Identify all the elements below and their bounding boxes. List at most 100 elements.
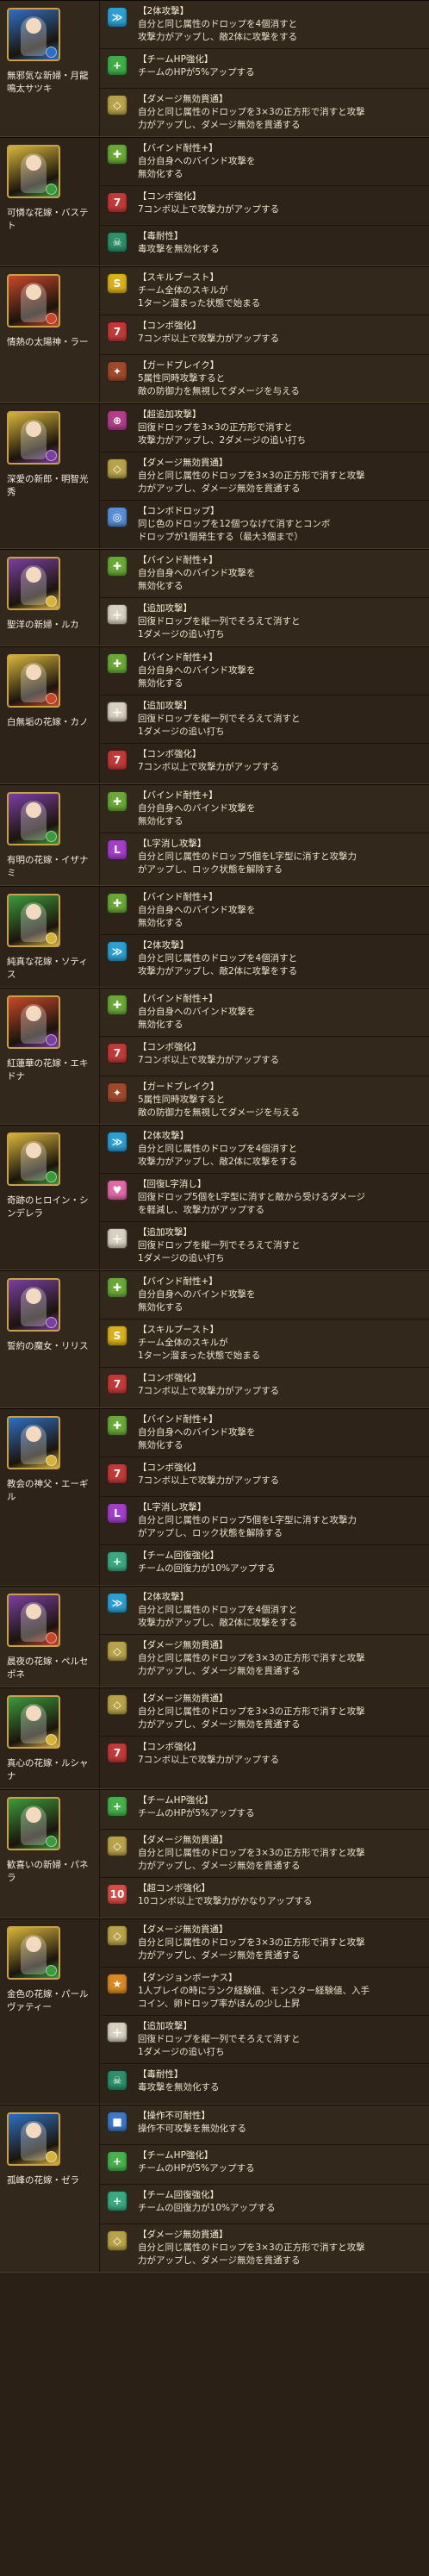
awakening-description: チーム全体のスキルが 1ターン溜まった状態で始まる: [138, 285, 261, 309]
bind-resist-icon: ✚: [107, 1415, 127, 1436]
card-portrait[interactable]: [7, 1416, 60, 1469]
awakening-title: 【スキルブースト】: [138, 272, 219, 283]
skill-boost-icon: S: [107, 273, 127, 294]
card-name[interactable]: 真心の花嫁・ルシャナ: [7, 1757, 94, 1783]
awakening-text: 【ダメージ無効貫通】 自分と同じ属性のドロップを3×3の正方形で消すと攻撃 力がア…: [138, 457, 424, 496]
card-info: 可憐な花嫁・バステト: [0, 138, 100, 265]
l-unlock-icon: L: [107, 839, 127, 860]
card-name[interactable]: 晨夜の花嫁・ペルセポネ: [7, 1656, 94, 1681]
awakening-text: 【2体攻撃】自分と同じ属性のドロップを4個消すと 攻撃力がアップし、敵2体に攻撃…: [138, 1591, 424, 1630]
card-portrait[interactable]: [7, 1594, 60, 1647]
card-row: 紅蓮華の花嫁・エキドナ ✚ 【バインド耐性+】 自分自身へのバインド攻撃を 無効化する…: [0, 988, 429, 1125]
awakening-text: 【コンボ強化】 7コンボ以上で攻撃力がアップする: [138, 1372, 424, 1398]
card-portrait[interactable]: [7, 2112, 60, 2166]
card-portrait[interactable]: [7, 8, 60, 61]
awakening-item: ✚ 【バインド耐性+】 自分自身へのバインド攻撃を 無効化する: [100, 550, 429, 598]
awakening-text: 【追加攻撃】 回復ドロップを縦一列でそろえて消すと 1ダメージの追い打ち: [138, 2020, 424, 2059]
awakening-description: 7コンボ以上で攻撃力がアップする: [138, 762, 280, 772]
awakening-text: 【スキルブースト】 チーム全体のスキルが 1ターン溜まった状態で始まる: [138, 1324, 424, 1363]
card-name[interactable]: 歓喜いの新婦・パネラ: [7, 1859, 94, 1885]
attribute-orb-icon: [46, 313, 57, 324]
card-name[interactable]: 無邪気な新婦・月龍鳴太サツキ: [7, 70, 94, 96]
character-head: [26, 18, 41, 34]
card-info: 金色の花嫁・パールヴァティー: [0, 1919, 100, 2104]
awakening-text: 【2体攻撃】 自分と同じ属性のドロップを4個消すと 攻撃力がアップし、敵2体に攻撃…: [138, 1130, 424, 1169]
awakening-title: 【バインド耐性+】: [138, 994, 218, 1004]
character-head: [26, 1937, 41, 1952]
card-name[interactable]: 奇跡のヒロイン・シンデレラ: [7, 1194, 94, 1220]
awakening-item: + 【チームHP強化】 チームのHPが5%アップする: [100, 2145, 429, 2185]
7-combo-icon: 7: [107, 1743, 127, 1763]
awakening-title: 【2体攻撃】: [138, 1592, 190, 1602]
awakening-text: 【チーム回復強化】 チームの回復力が10%アップする: [138, 2189, 424, 2215]
card-name[interactable]: 有明の花嫁・イザナミ: [7, 854, 94, 880]
awakening-item: ＋ 【追加攻撃】 回復ドロップを縦一列でそろえて消すと 1ダメージの追い打ち: [100, 1222, 429, 1269]
awakening-description: 5属性同時攻撃すると 敵の防御力を無視してダメージを与える: [138, 373, 300, 396]
awakening-description: 自分自身へのバインド攻撃を 無効化する: [138, 1007, 256, 1030]
bind-resist-icon: ✚: [107, 1277, 127, 1298]
card-info: 真心の花嫁・ルシャナ: [0, 1688, 100, 1788]
awakening-description: 操作不可攻撃を無効化する: [138, 2124, 246, 2134]
awakening-title: 【バインド耐性+】: [138, 892, 218, 902]
card-portrait[interactable]: [7, 792, 60, 845]
awakening-text: 【ダメージ無効貫通】 自分と同じ属性のドロップを3×3の正方形で消すと攻撃 力がア…: [138, 1834, 424, 1873]
card-name[interactable]: 金色の花嫁・パールヴァティー: [7, 1988, 94, 2014]
card-name[interactable]: 聖洋の新婦・ルカ: [7, 619, 94, 632]
awakening-text: 【スキルブースト】チーム全体のスキルが 1ターン溜まった状態で始まる: [138, 271, 424, 310]
awakening-description: 回復ドロップを3×3の正方形で消すと 攻撃力がアップし、2ダメージの追い打ち: [138, 422, 307, 446]
guard-break-icon: ✦: [107, 1082, 127, 1103]
awakening-description: 1人プレイの時にランク経験値、モンスター経験値、入手 コイン、卵ドロップ率がほん…: [138, 1986, 370, 2009]
awakening-item: 7 【コンボ強化】 7コンボ以上で攻撃力がアップする: [100, 1037, 429, 1076]
card-portrait[interactable]: [7, 654, 60, 708]
card-portrait[interactable]: [7, 1695, 60, 1749]
awakening-item: ＋ 【追加攻撃】 回復ドロップを縦一列でそろえて消すと 1ダメージの追い打ち: [100, 695, 429, 744]
card-name[interactable]: 純真な花嫁・ソティス: [7, 956, 94, 982]
awakening-text: 【追加攻撃】 回復ドロップを縦一列でそろえて消すと 1ダメージの追い打ち: [138, 1226, 424, 1265]
dmg-pierce-icon: ◇: [107, 95, 127, 115]
card-portrait[interactable]: [7, 1797, 60, 1850]
card-name[interactable]: 深愛の新郎・明智光秀: [7, 473, 94, 499]
awakening-item: 10 【超コンボ強化】 10コンボ以上で攻撃力がかなりアップする: [100, 1878, 429, 1918]
unmovable-resist-icon: ■: [107, 2111, 127, 2132]
character-head: [26, 1706, 41, 1721]
awakening-title: 【ダンジョンボーナス】: [138, 1973, 238, 1983]
awakening-text: 【ダメージ無効貫通】 自分と同じ属性のドロップを3×3の正方形で消すと攻撃 力がア…: [138, 1693, 424, 1731]
awakening-text: 【バインド耐性+】 自分自身へのバインド攻撃を 無効化する: [138, 1276, 424, 1314]
card-info: 聖洋の新婦・ルカ: [0, 550, 100, 646]
card-portrait[interactable]: [7, 894, 60, 947]
card-info: 白無垢の花嫁・カノ: [0, 647, 100, 783]
attribute-orb-icon: [46, 47, 57, 58]
awakening-description: 自分と同じ属性のドロップを4個消すと 攻撃力がアップし、敵2体に攻撃をする: [138, 19, 298, 42]
card-portrait[interactable]: [7, 1278, 60, 1332]
character-head: [26, 1288, 41, 1304]
awakening-item: L 【L字消し攻撃】 自分と同じ属性のドロップ5個をL字型に消すと攻撃力 がアップし…: [100, 833, 429, 881]
card-portrait[interactable]: [7, 274, 60, 327]
card-portrait[interactable]: [7, 1926, 60, 1980]
awakening-item: 7 【コンボ強化】 7コンボ以上で攻撃力がアップする: [100, 186, 429, 226]
card-portrait[interactable]: [7, 411, 60, 465]
2-combo-icon: ≫: [107, 1593, 127, 1613]
card-portrait[interactable]: [7, 557, 60, 610]
bind-resist-icon: ✚: [107, 144, 127, 165]
awakening-title: 【毒耐性】: [138, 231, 183, 241]
card-name[interactable]: 可憐な花嫁・バステト: [7, 207, 94, 233]
2-combo-icon: ≫: [107, 1132, 127, 1152]
card-name[interactable]: 誓約の魔女・リリス: [7, 1340, 94, 1353]
awakening-list: ✚ 【バインド耐性+】 自分自身へのバインド攻撃を 無効化する 7 【コンボ強化】 7コン…: [100, 1409, 429, 1585]
card-name[interactable]: 教会の神父・エーギル: [7, 1478, 94, 1504]
l-unlock-icon: L: [107, 1503, 127, 1524]
card-name[interactable]: 紅蓮華の花嫁・エキドナ: [7, 1057, 94, 1083]
awakening-description: 自分と同じ属性のドロップを4個消すと 攻撃力がアップし、敵2体に攻撃をする: [138, 1605, 298, 1628]
awakening-item: ≫ 【2体攻撃】 自分と同じ属性のドロップを4個消すと 攻撃力がアップし、敵2体に攻…: [100, 1, 429, 49]
card-name[interactable]: 白無垢の花嫁・カノ: [7, 716, 94, 729]
card-name[interactable]: 情熱の太陽神・ラー: [7, 336, 94, 349]
card-row: 教会の神父・エーギル ✚ 【バインド耐性+】 自分自身へのバインド攻撃を 無効化する 7…: [0, 1408, 429, 1586]
awakening-item: ◇ 【ダメージ無効貫通】 自分と同じ属性のドロップを3×3の正方形で消すと攻撃 力が…: [100, 452, 429, 501]
card-portrait[interactable]: [7, 995, 60, 1049]
awakening-item: ☠ 【毒耐性】 毒攻撃を無効化する: [100, 2064, 429, 2104]
card-portrait[interactable]: [7, 145, 60, 198]
card-row: 奇跡のヒロイン・シンデレラ ≫ 【2体攻撃】 自分と同じ属性のドロップを4個消すと 攻…: [0, 1125, 429, 1270]
card-portrait[interactable]: [7, 1132, 60, 1186]
card-name[interactable]: 孤峰の花嫁・ゼラ: [7, 2174, 94, 2187]
awakening-item: 7 【コンボ強化】 7コンボ以上で攻撃力がアップする: [100, 1457, 429, 1497]
